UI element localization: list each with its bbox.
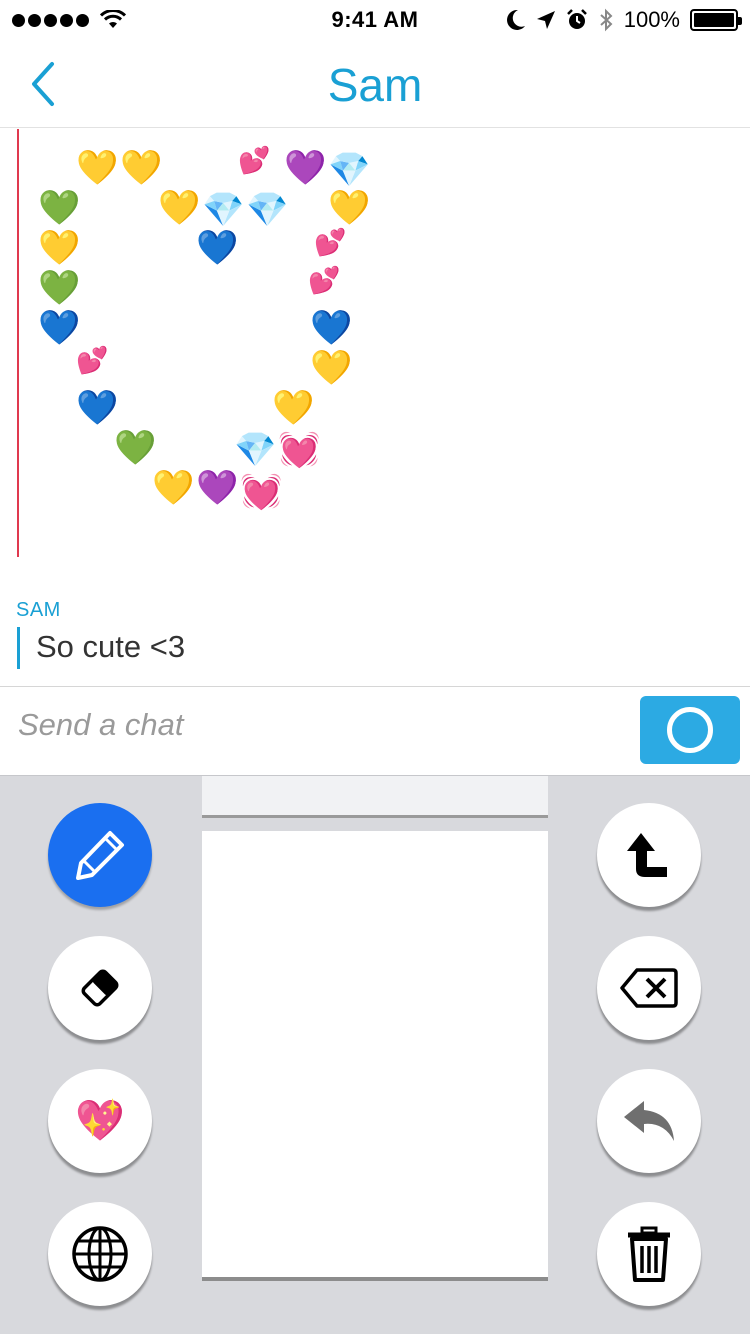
drawing-emoji: 💎 [328,151,371,189]
message-text: So cute <3 [36,629,186,664]
drawing-emoji: 💚 [38,189,81,227]
undo-button[interactable] [597,1069,701,1173]
sender-name: SAM [16,599,61,621]
page-title: Sam [327,59,423,111]
alarm-icon [566,9,587,29]
trash-button[interactable] [597,1202,701,1306]
conversation-area[interactable]: 💛 💛 💕 💜 💎 💚 💛 💎 💎 💛 💛 💙 💕 💚 💕 💙 💙 💕 💛 💙 … [0,129,750,686]
drawing-emoji: 💛 [38,229,81,267]
drawing-emoji: 💙 [76,389,119,427]
status-right: 100% [506,7,742,33]
drawing-emoji: 💜 [284,149,327,187]
sender-divider [17,129,19,557]
chat-input[interactable]: Send a chat [18,707,183,743]
drawing-emoji: 💛 [120,149,163,187]
status-bar: 9:41 AM 100% [0,0,750,40]
eraser-icon [81,969,119,1007]
circle-icon [667,707,713,753]
trash-icon [628,1226,670,1282]
drawing-emoji: 💙 [38,309,81,347]
send-button[interactable] [640,696,740,764]
drawing-emoji: 💚 [114,429,157,467]
drawing-emoji: 💕 [308,265,341,295]
drawing-emoji: 💚 [38,269,81,307]
drawing-emoji: 💕 [238,145,271,175]
battery-percent: 100% [623,7,680,32]
drawing-emoji: 💎 [246,191,289,229]
emoji-drawing: 💛 💛 💕 💜 💎 💚 💛 💎 💎 💛 💛 💙 💕 💚 💕 💙 💙 💕 💛 💙 … [30,129,390,529]
drawing-emoji: 💛 [328,189,371,227]
nav-bar: Sam [0,40,750,128]
drawing-emoji: 💙 [196,229,239,267]
drawing-emoji: 💛 [76,149,119,187]
emoji-button[interactable]: 💖 [48,1069,152,1173]
drawing-emoji: 💙 [310,309,353,347]
pencil-button[interactable] [48,803,152,907]
chat-input-bar: Send a chat [0,686,750,775]
drawing-emoji: 💕 [76,345,109,375]
pencil-icon [76,831,124,880]
drawing-canvas[interactable] [202,831,548,1281]
sparkling-heart-icon: 💖 [75,1099,125,1143]
shift-arrow-icon [627,833,667,877]
battery-icon [690,9,742,31]
drawing-keyboard: 💖 [0,775,750,1334]
globe-button[interactable] [48,1202,152,1306]
drawing-emoji: 💎 [234,431,277,469]
message-divider [17,627,20,669]
eraser-button[interactable] [48,936,152,1040]
backspace-icon [620,968,678,1008]
location-arrow-icon [536,11,555,29]
drawing-emoji: 💛 [272,389,315,427]
drawing-emoji: 💛 [158,189,201,227]
bluetooth-icon [600,8,613,32]
drawing-emoji: 💎 [202,191,245,229]
canvas-preview-strip [202,776,548,818]
drawing-emoji: 💕 [314,227,347,257]
drawing-emoji: 💛 [152,469,195,507]
shift-button[interactable] [597,803,701,907]
drawing-emoji: 💛 [310,349,353,387]
drawing-emoji: 💓 [240,473,283,511]
backspace-button[interactable] [597,936,701,1040]
globe-icon [72,1226,128,1282]
drawing-emoji: 💓 [278,431,321,469]
drawing-emoji: 💜 [196,469,239,507]
moon-icon [506,9,525,30]
undo-icon [624,1101,674,1141]
